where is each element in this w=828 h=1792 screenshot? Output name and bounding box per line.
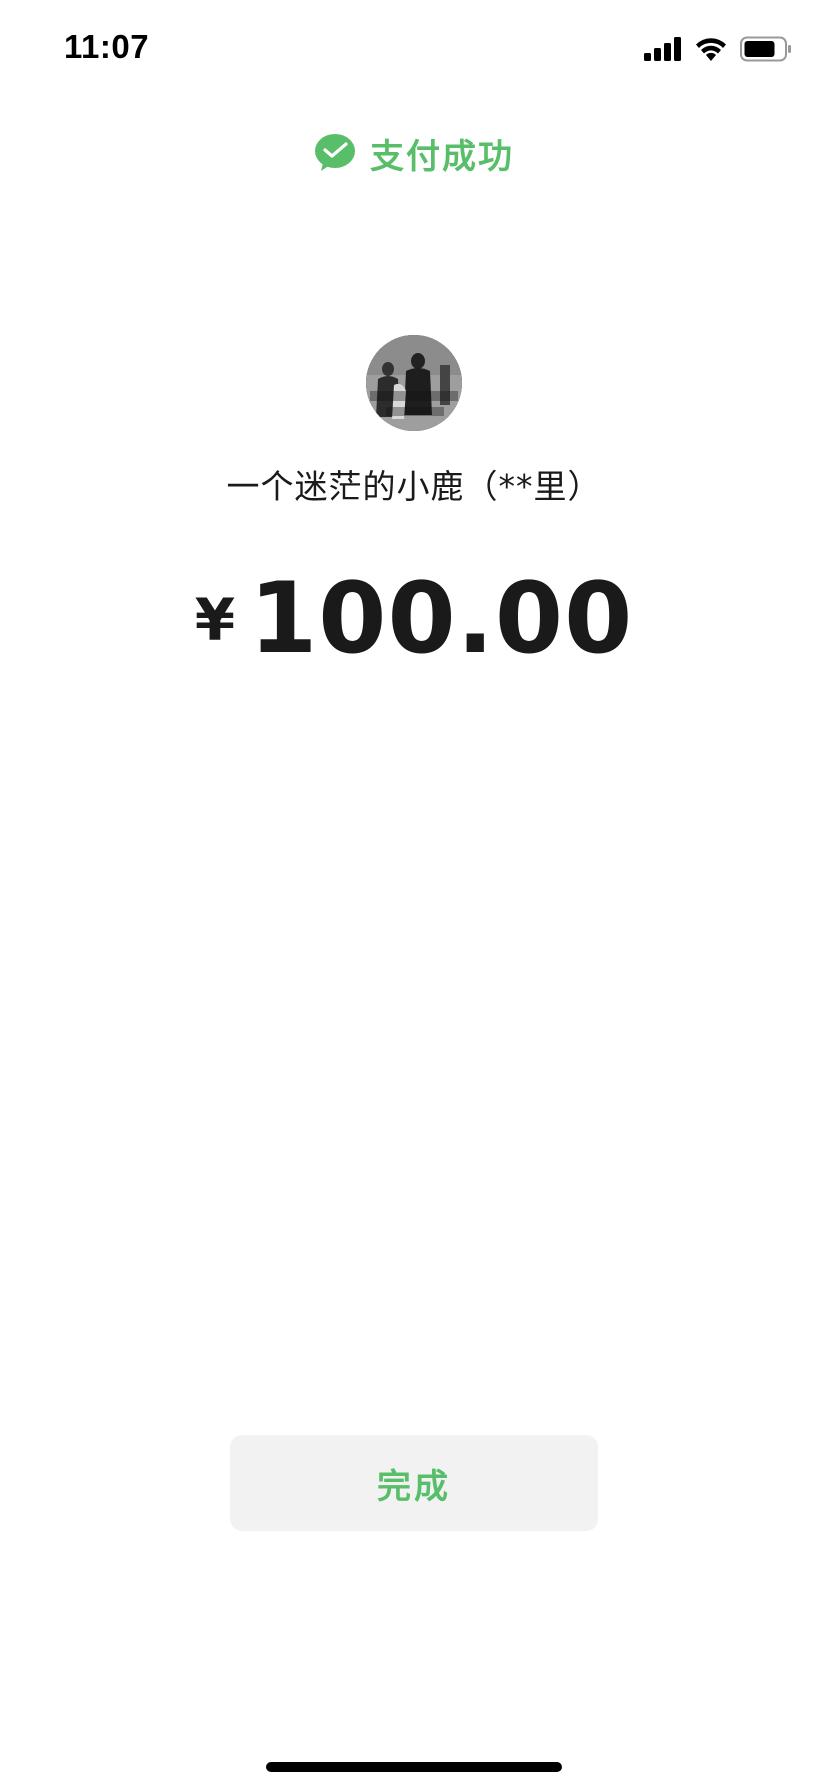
status-time: 11:07 <box>64 28 150 65</box>
wifi-icon <box>696 38 726 61</box>
currency-symbol: ¥ <box>194 586 236 654</box>
signal-bars-icon <box>644 37 681 61</box>
battery-icon <box>740 36 791 62</box>
payment-success-screen: 11:07 支付成功 一个迷茫的小鹿（**里） ¥ 100.00 完成 <box>0 0 828 1792</box>
avatar-photo <box>366 335 462 431</box>
header: 支付成功 <box>0 128 828 178</box>
wechat-pay-logo-icon <box>315 134 355 171</box>
status-icons <box>644 34 792 64</box>
done-button[interactable]: 完成 <box>230 1435 598 1531</box>
avatar <box>366 335 462 431</box>
status-bar: 11:07 <box>0 0 828 100</box>
amount-row: ¥ 100.00 <box>0 570 828 668</box>
home-indicator[interactable] <box>266 1762 562 1772</box>
payment-amount: 100.00 <box>249 562 634 676</box>
header-title: 支付成功 <box>370 136 514 177</box>
payee-name: 一个迷茫的小鹿（**里） <box>226 467 602 506</box>
